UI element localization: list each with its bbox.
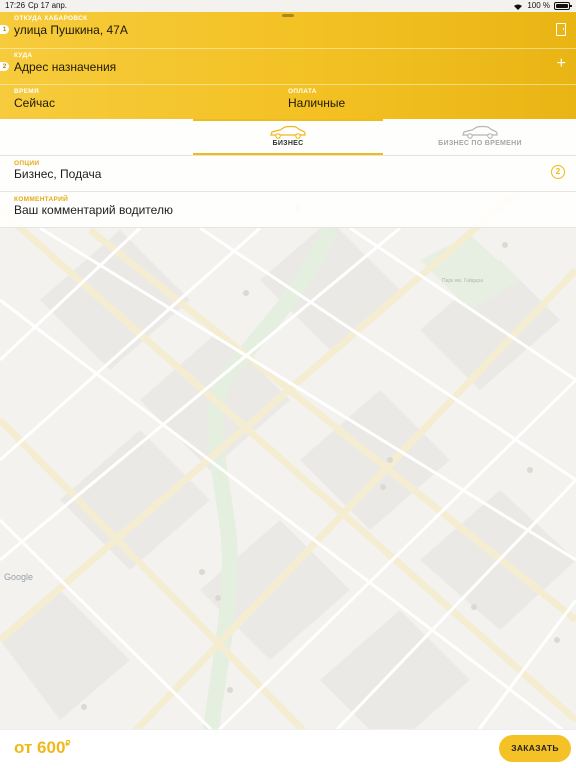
time-selector[interactable]: ВРЕМЯ Сейчас [0,85,288,120]
tab-business[interactable]: БИЗНЕС [193,119,383,155]
comment-input[interactable]: Ваш комментарий водителю [14,203,173,217]
tab-business-scheduled-label: БИЗНЕС ПО ВРЕМЕНИ [438,140,522,147]
status-date: Ср 17 апр. [28,1,68,10]
time-label: ВРЕМЯ [14,88,39,95]
google-logo: Google [4,572,34,582]
from-index-badge: 1 [0,25,9,34]
from-row[interactable]: ОТКУДА ХАБАРОВСК 1 улица Пушкина, 47А [0,12,576,47]
price-display: от 600₽ [14,738,71,758]
time-value: Сейчас [14,96,55,110]
time-payment-row: ВРЕМЯ Сейчас ОПЛАТА Наличные [0,84,576,120]
to-label: КУДА [14,52,33,59]
wifi-icon [514,4,523,10]
battery-percent: 100 % [527,1,550,10]
map-park-label: Парк им. Гайдара [442,278,484,284]
price-prefix: от [14,738,33,757]
from-label: ОТКУДА ХАБАРОВСК [14,15,88,22]
payment-label: ОПЛАТА [288,88,317,95]
options-count-badge: 2 [551,165,565,179]
add-stop-icon[interactable]: + [557,56,566,72]
entrance-icon[interactable] [556,23,566,36]
currency-symbol: ₽ [65,739,71,748]
bottom-bar: от 600₽ ЗАКАЗАТЬ [0,729,576,768]
comment-label: КОММЕНТАРИЙ [14,196,69,203]
tariff-tabs: БИЗНЕС БИЗНЕС ПО ВРЕМЕНИ [0,119,576,156]
car-icon [270,125,306,139]
tab-business-label: БИЗНЕС [272,140,304,147]
comment-row[interactable]: КОММЕНТАРИЙ Ваш комментарий водителю [0,192,576,228]
route-header: ОТКУДА ХАБАРОВСК 1 улица Пушкина, 47А КУ… [0,12,576,119]
payment-selector[interactable]: ОПЛАТА Наличные [288,85,576,120]
order-button[interactable]: ЗАКАЗАТЬ [499,735,571,762]
status-bar: 17:26 Ср 17 апр. 100 % [0,0,576,12]
car-icon [462,125,498,139]
from-address: улица Пушкина, 47А [14,23,128,37]
to-address: Адрес назначения [14,60,117,74]
status-time: 17:26 [5,1,26,10]
from-city: ХАБАРОВСК [44,15,88,22]
options-label: ОПЦИИ [14,160,40,167]
price-value: 600 [37,738,66,757]
options-row[interactable]: ОПЦИИ Бизнес, Подача 2 [0,156,576,192]
to-index-badge: 2 [0,62,9,71]
battery-icon [554,2,572,10]
tab-business-scheduled[interactable]: БИЗНЕС ПО ВРЕМЕНИ [385,119,575,155]
options-value: Бизнес, Подача [14,167,102,181]
payment-value: Наличные [288,96,346,110]
order-details-panel: ОПЦИИ Бизнес, Подача 2 КОММЕНТАРИЙ Ваш к… [0,156,576,228]
to-row[interactable]: КУДА 2 Адрес назначения + [0,48,576,84]
